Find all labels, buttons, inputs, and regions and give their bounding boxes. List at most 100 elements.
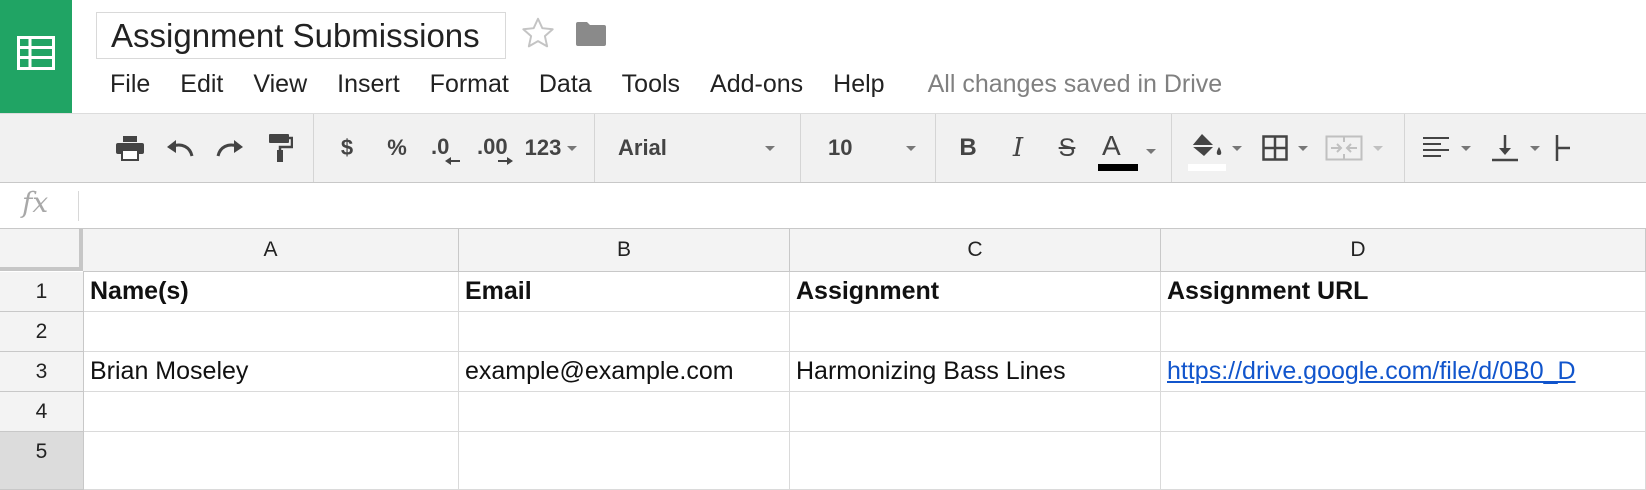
row-header-5[interactable]: 5 bbox=[0, 432, 84, 490]
cell-c5[interactable] bbox=[790, 432, 1161, 490]
chevron-down-icon bbox=[765, 145, 775, 151]
chevron-down-icon bbox=[1530, 145, 1540, 151]
column-header-b[interactable]: B bbox=[459, 229, 790, 272]
cell-b5[interactable] bbox=[459, 432, 790, 490]
borders-button[interactable] bbox=[1256, 114, 1314, 182]
toolbar-divider bbox=[800, 114, 801, 182]
row-header-2[interactable]: 2 bbox=[0, 312, 84, 352]
fill-color-button[interactable] bbox=[1182, 114, 1246, 182]
menu-data[interactable]: Data bbox=[539, 68, 592, 100]
star-icon[interactable] bbox=[520, 15, 556, 56]
cell-d3-link[interactable]: https://drive.google.com/file/d/0B0_D bbox=[1161, 352, 1646, 392]
menu-edit[interactable]: Edit bbox=[180, 68, 223, 100]
select-all-corner[interactable] bbox=[0, 229, 83, 271]
cell-c1[interactable]: Assignment bbox=[790, 272, 1161, 312]
percent-format-button[interactable]: % bbox=[380, 114, 414, 182]
more-formats-dropdown[interactable]: 123 bbox=[522, 114, 580, 182]
formula-bar-divider bbox=[78, 191, 79, 221]
align-left-icon bbox=[1423, 137, 1449, 157]
cell-a2[interactable] bbox=[84, 312, 459, 352]
cell-c4[interactable] bbox=[790, 392, 1161, 432]
menu-insert[interactable]: Insert bbox=[337, 68, 400, 100]
paint-format-button[interactable] bbox=[262, 114, 298, 182]
cell-d5[interactable] bbox=[1161, 432, 1646, 490]
toolbar-divider bbox=[313, 114, 314, 182]
row-header-4[interactable]: 4 bbox=[0, 392, 84, 432]
chevron-down-icon bbox=[1232, 145, 1242, 151]
increase-decimal-button[interactable]: .00 bbox=[474, 114, 518, 182]
cell-c2[interactable] bbox=[790, 312, 1161, 352]
menu-tools[interactable]: Tools bbox=[622, 68, 680, 100]
formula-input[interactable] bbox=[90, 189, 1630, 223]
print-icon bbox=[116, 136, 144, 161]
paint-bucket-icon bbox=[1192, 134, 1222, 156]
merge-cells-button[interactable] bbox=[1320, 114, 1388, 182]
text-color-label: A bbox=[1102, 130, 1121, 161]
horizontal-align-button[interactable] bbox=[1416, 114, 1476, 182]
borders-icon bbox=[1262, 135, 1288, 161]
fill-color-swatch bbox=[1188, 164, 1226, 171]
font-size-select[interactable]: 10 bbox=[820, 114, 920, 182]
menu-format[interactable]: Format bbox=[430, 68, 509, 100]
column-header-a[interactable]: A bbox=[83, 229, 459, 272]
formula-bar: fx bbox=[0, 183, 1646, 229]
redo-icon bbox=[216, 140, 243, 157]
folder-icon[interactable] bbox=[575, 21, 607, 52]
bold-button[interactable]: B bbox=[952, 114, 984, 182]
chevron-down-icon bbox=[1146, 148, 1156, 154]
cell-b1[interactable]: Email bbox=[459, 272, 790, 312]
redo-button[interactable] bbox=[210, 114, 250, 182]
chevron-down-icon bbox=[567, 145, 578, 151]
chevron-down-icon bbox=[1373, 145, 1383, 151]
undo-button[interactable] bbox=[160, 114, 200, 182]
cell-d4[interactable] bbox=[1161, 392, 1646, 432]
text-wrap-icon bbox=[1555, 135, 1570, 161]
row-header-1[interactable]: 1 bbox=[0, 272, 84, 312]
cell-b4[interactable] bbox=[459, 392, 790, 432]
fx-icon: fx bbox=[22, 186, 49, 219]
column-header-c[interactable]: C bbox=[790, 229, 1161, 272]
paint-roller-icon bbox=[269, 134, 293, 162]
merge-cells-icon bbox=[1325, 135, 1363, 161]
arrow-left-icon bbox=[445, 157, 460, 165]
more-formats-label: 123 bbox=[524, 135, 562, 160]
chevron-down-icon bbox=[1461, 145, 1471, 151]
text-wrap-button[interactable] bbox=[1552, 114, 1572, 182]
menu-help[interactable]: Help bbox=[833, 68, 884, 100]
cell-b2[interactable] bbox=[459, 312, 790, 352]
font-family-label: Arial bbox=[618, 135, 667, 160]
save-status[interactable]: All changes saved in Drive bbox=[928, 68, 1223, 100]
arrow-right-icon bbox=[498, 157, 513, 165]
cell-d2[interactable] bbox=[1161, 312, 1646, 352]
menu-bar: File Edit View Insert Format Data Tools … bbox=[110, 68, 1222, 100]
toolbar-divider bbox=[1404, 114, 1405, 182]
cell-d1[interactable]: Assignment URL bbox=[1161, 272, 1646, 312]
vertical-align-button[interactable] bbox=[1484, 114, 1546, 182]
menu-view[interactable]: View bbox=[253, 68, 307, 100]
cell-b3[interactable]: example@example.com bbox=[459, 352, 790, 392]
cell-a5[interactable] bbox=[84, 432, 459, 490]
toolbar-divider bbox=[1171, 114, 1172, 182]
row-header-3[interactable]: 3 bbox=[0, 352, 84, 392]
currency-format-button[interactable]: $ bbox=[332, 114, 362, 182]
cell-c3[interactable]: Harmonizing Bass Lines bbox=[790, 352, 1161, 392]
strikethrough-button[interactable]: S bbox=[1050, 114, 1084, 182]
toolbar-divider bbox=[594, 114, 595, 182]
sheets-icon bbox=[17, 36, 55, 70]
cell-a1[interactable]: Name(s) bbox=[84, 272, 459, 312]
menu-addons[interactable]: Add-ons bbox=[710, 68, 803, 100]
italic-button[interactable]: I bbox=[1002, 114, 1034, 182]
text-color-button[interactable]: A bbox=[1094, 114, 1158, 182]
cell-a3[interactable]: Brian Moseley bbox=[84, 352, 459, 392]
sheets-logo[interactable] bbox=[0, 0, 72, 113]
menu-file[interactable]: File bbox=[110, 68, 150, 100]
column-header-d[interactable]: D bbox=[1161, 229, 1646, 272]
undo-icon bbox=[167, 140, 194, 157]
document-title-input[interactable]: Assignment Submissions bbox=[96, 12, 506, 59]
font-family-select[interactable]: Arial bbox=[610, 114, 785, 182]
toolbar: $ % .0 .00 123 Arial 10 B I S A bbox=[0, 113, 1646, 183]
chevron-down-icon bbox=[1298, 145, 1308, 151]
print-button[interactable] bbox=[110, 114, 150, 182]
cell-a4[interactable] bbox=[84, 392, 459, 432]
decrease-decimal-button[interactable]: .0 bbox=[426, 114, 466, 182]
